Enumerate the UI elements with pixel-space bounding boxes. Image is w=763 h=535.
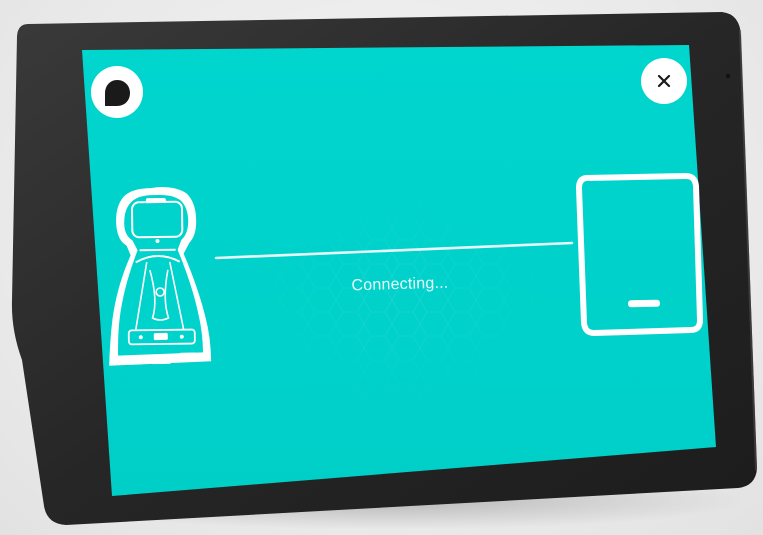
product-photo: Connecting... xyxy=(0,0,763,535)
app-logo-icon xyxy=(105,80,130,106)
tablet-device xyxy=(11,12,757,525)
close-button[interactable] xyxy=(641,58,687,104)
app-logo-button[interactable] xyxy=(91,66,143,118)
camera-dot xyxy=(725,73,731,79)
